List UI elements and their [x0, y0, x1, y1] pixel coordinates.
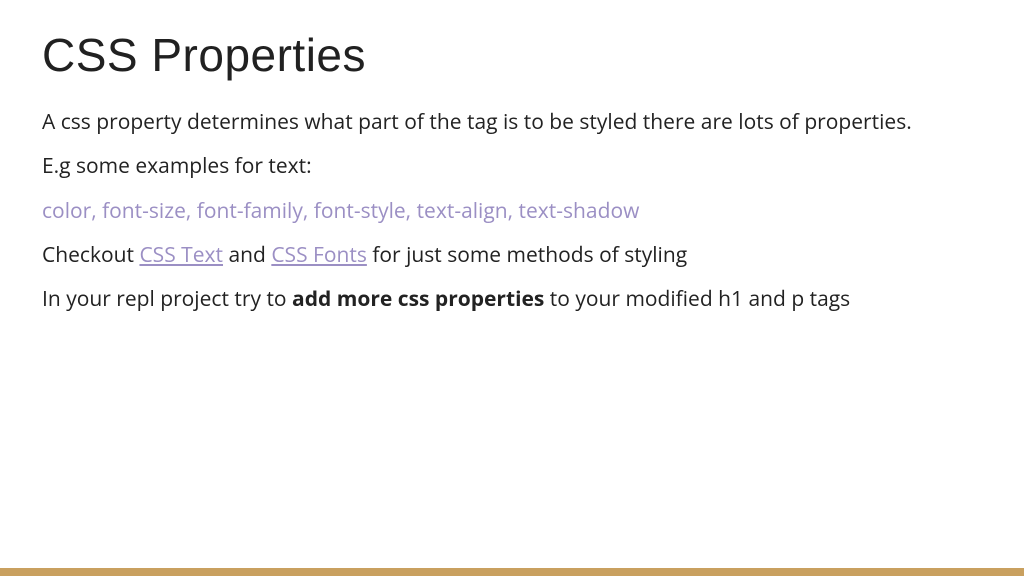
examples-label: E.g some examples for text:: [42, 152, 982, 180]
checkout-paragraph: Checkout CSS Text and CSS Fonts for just…: [42, 241, 982, 269]
instruction-paragraph: In your repl project try to add more css…: [42, 285, 982, 313]
instruction-bold: add more css properties: [292, 285, 544, 313]
slide-content: CSS Properties A css property determines…: [0, 0, 1024, 314]
checkout-prefix: Checkout: [42, 241, 139, 269]
checkout-suffix: for just some methods of styling: [367, 241, 687, 269]
css-properties-list: color, font-size, font-family, font-styl…: [42, 197, 982, 225]
checkout-middle: and: [223, 241, 271, 269]
intro-paragraph: A css property determines what part of t…: [42, 108, 982, 136]
instruction-prefix: In your repl project try to: [42, 285, 292, 313]
bottom-accent-bar: [0, 568, 1024, 576]
css-fonts-link[interactable]: CSS Fonts: [271, 241, 367, 269]
instruction-suffix: to your modified h1 and p tags: [544, 285, 850, 313]
page-title: CSS Properties: [42, 28, 982, 82]
css-text-link[interactable]: CSS Text: [139, 241, 223, 269]
